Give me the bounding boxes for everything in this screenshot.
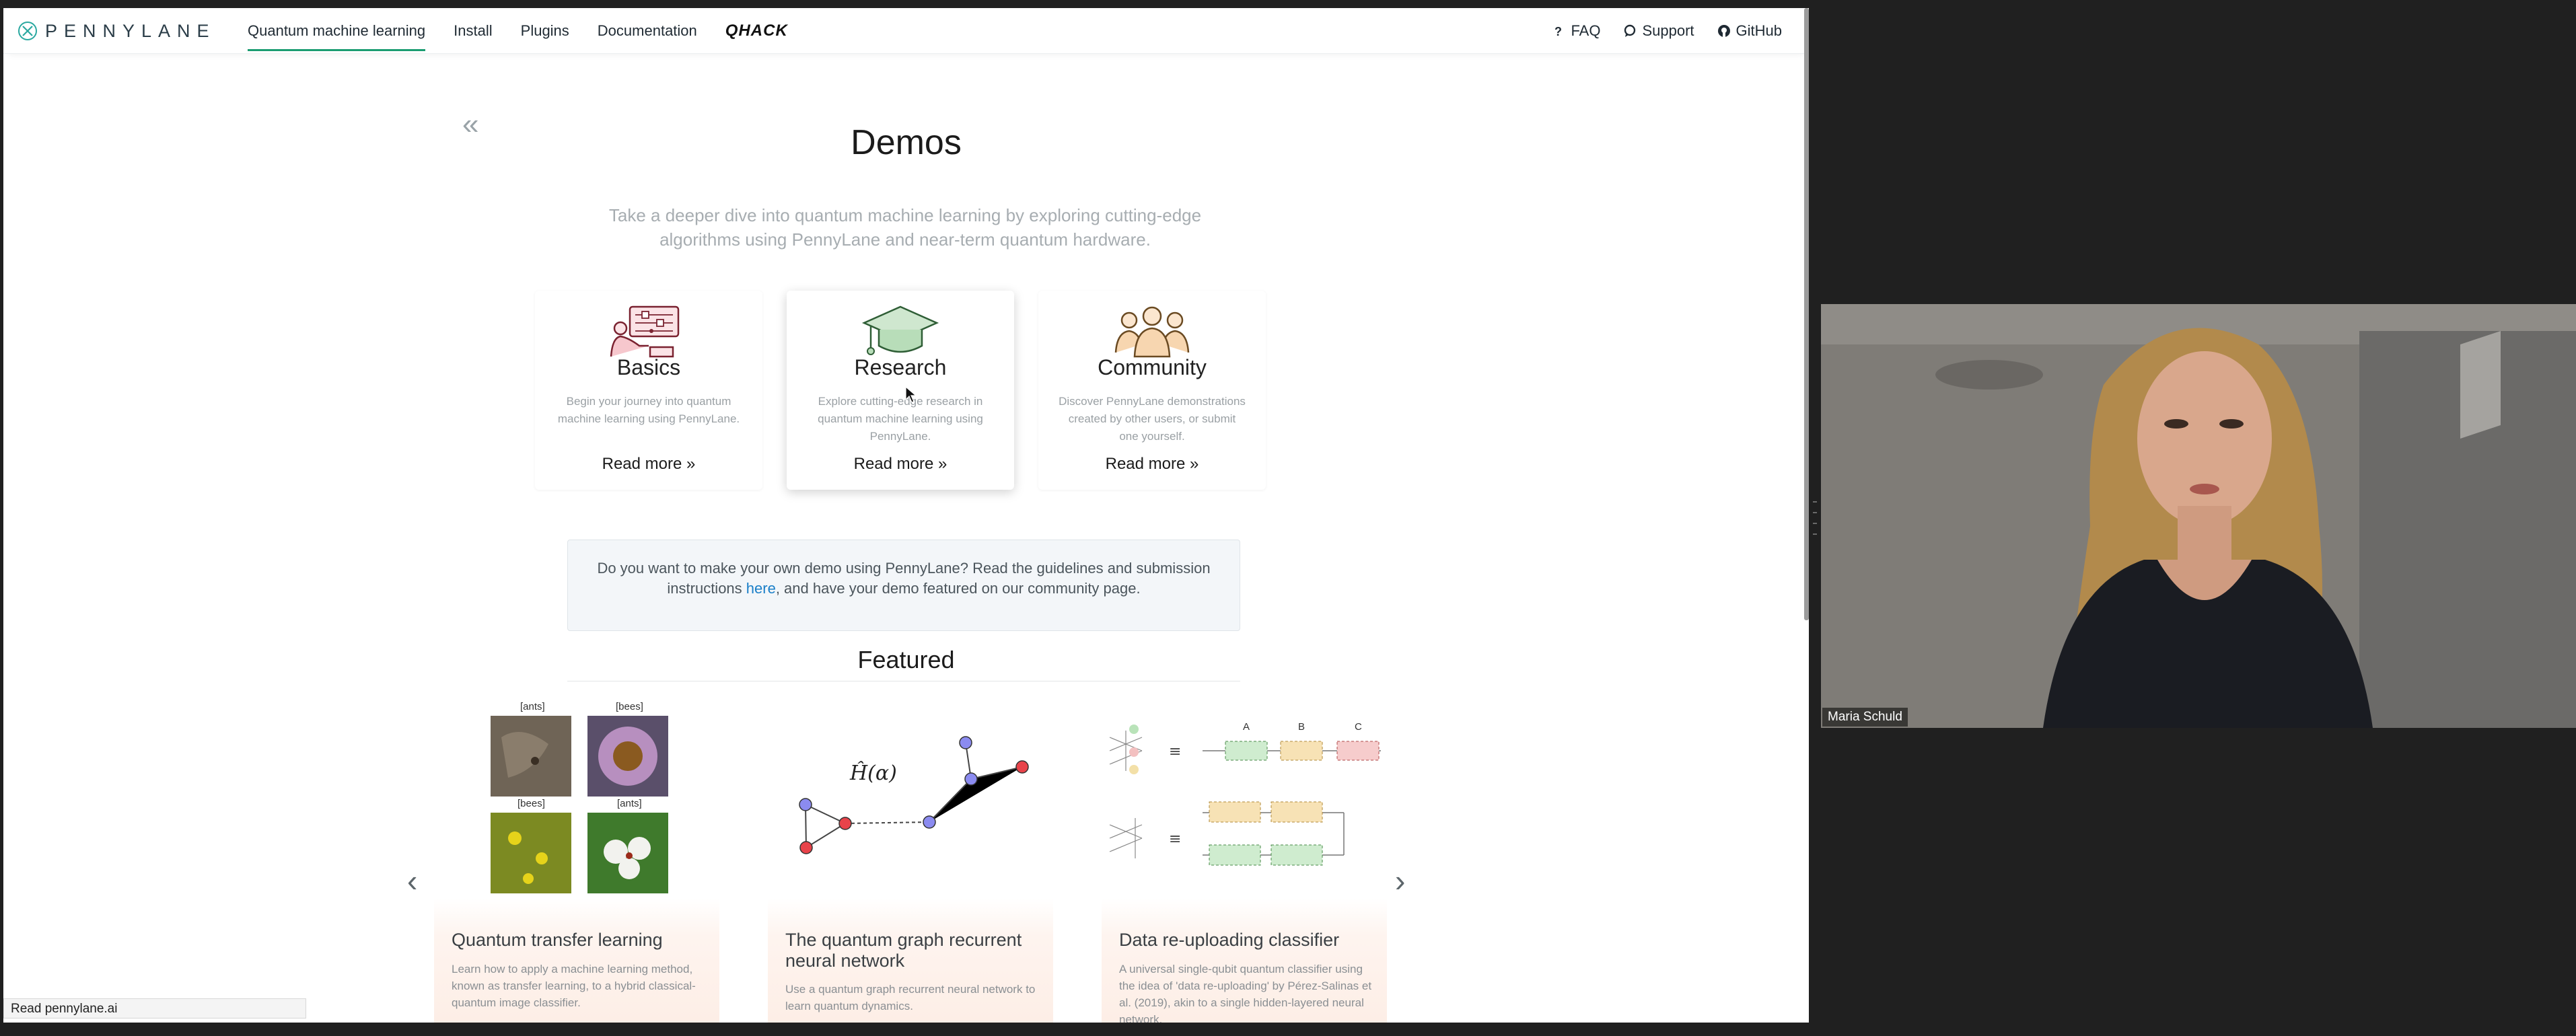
featured-heading: Featured xyxy=(857,646,955,673)
category-card-basics[interactable]: Basics Begin your journey into quantum m… xyxy=(535,291,762,490)
nav-qhack[interactable]: QHACK xyxy=(711,8,802,54)
svg-text:?: ? xyxy=(1554,25,1562,38)
category-card-research[interactable]: Research Explore cutting-edge research i… xyxy=(787,291,1014,490)
nav-faq[interactable]: ? FAQ xyxy=(1552,22,1600,40)
pennylane-logo[interactable]: PENNYLANE xyxy=(17,19,216,43)
demo-card-data-reuploading[interactable]: ≡ ≡ A B C Data re-uploading classifier A… xyxy=(1102,697,1387,1023)
demo-title: Data re-uploading classifier xyxy=(1119,930,1340,950)
hamiltonian-formula: Ĥ(α) xyxy=(850,762,897,785)
nav-support-label: Support xyxy=(1642,22,1694,39)
demo-title: The quantum graph recurrent neural netwo… xyxy=(785,930,1022,971)
column-label: A xyxy=(1243,721,1250,733)
category-title: Research xyxy=(854,355,947,379)
category-title: Community xyxy=(1098,355,1207,379)
split-divider-handle[interactable] xyxy=(1813,501,1817,535)
nav-install[interactable]: Install xyxy=(439,8,506,54)
people-icon xyxy=(1114,306,1190,358)
read-more-link[interactable]: Read more » xyxy=(535,455,762,474)
image-label: [ants] xyxy=(520,701,545,712)
mouse-cursor-icon xyxy=(905,386,917,403)
graph-network-thumbnail xyxy=(799,736,1029,854)
column-label: B xyxy=(1298,721,1305,733)
nav-documentation[interactable]: Documentation xyxy=(583,8,711,54)
screen: PENNYLANE Quantum machine learning Insta… xyxy=(0,0,2576,1036)
nav-github[interactable]: GitHub xyxy=(1717,22,1782,40)
nav-github-label: GitHub xyxy=(1736,22,1782,39)
video-participant-tile: Maria Schuld xyxy=(1821,304,2576,728)
page-subtitle: Take a deeper dive into quantum machine … xyxy=(608,205,1202,250)
read-more-link[interactable]: Read more » xyxy=(1038,455,1266,474)
carousel-next-button[interactable]: › xyxy=(1395,862,1405,899)
guidelines-link[interactable]: here xyxy=(746,580,776,597)
nav-support[interactable]: Support xyxy=(1623,22,1694,40)
category-title: Basics xyxy=(616,355,681,379)
category-description: Begin your journey into quantum machine … xyxy=(557,395,740,425)
browser-status-bar: Read pennylane.ai xyxy=(3,998,306,1019)
column-label: C xyxy=(1355,721,1362,733)
image-label: [bees] xyxy=(616,701,643,712)
chat-bubble-icon xyxy=(1624,24,1636,37)
demo-title: Quantum transfer learning xyxy=(452,930,663,950)
page-scrollbar[interactable] xyxy=(1804,8,1809,620)
image-label: [ants] xyxy=(617,798,642,809)
demo-card-transfer-learning[interactable]: [ants] [bees] [bees] [ants] Quantum tran… xyxy=(434,697,719,1023)
demo-description: Use a quantum graph recurrent neural net… xyxy=(785,983,1036,1012)
ants-bees-thumbnail xyxy=(491,716,668,893)
demo-description: Learn how to apply a machine learning me… xyxy=(452,963,696,1009)
question-icon: ? xyxy=(1554,25,1562,38)
github-icon xyxy=(1717,25,1730,37)
logo-wordmark: PENNYLANE xyxy=(45,20,216,41)
main-nav: Quantum machine learning Install Plugins… xyxy=(234,8,802,54)
nav-right: ? FAQ Support GitHub xyxy=(1552,8,1782,54)
category-description: Discover PennyLane demonstrations create… xyxy=(1059,395,1246,443)
page-title: Demos xyxy=(851,123,962,162)
svg-text:≡: ≡ xyxy=(1169,743,1181,760)
pennylane-logo-icon xyxy=(18,22,37,40)
submission-notice: Do you want to make your own demo using … xyxy=(567,540,1240,631)
graduation-cap-icon xyxy=(861,305,939,355)
notice-text-after: , and have your demo featured on our com… xyxy=(775,580,1141,597)
top-navbar: PENNYLANE Quantum machine learning Insta… xyxy=(3,8,1809,54)
category-card-community[interactable]: Community Discover PennyLane demonstrati… xyxy=(1038,291,1266,490)
category-description: Explore cutting-edge research in quantum… xyxy=(818,395,983,443)
carousel-prev-button[interactable]: ‹ xyxy=(407,862,417,899)
demo-description: A universal single-qubit quantum classif… xyxy=(1119,963,1372,1023)
circuit-person-icon xyxy=(610,305,680,358)
participant-name-label: Maria Schuld xyxy=(1822,708,1908,727)
nav-faq-label: FAQ xyxy=(1571,22,1601,39)
participant-video-frame xyxy=(1821,304,2576,728)
demo-card-graph-rnn[interactable]: Ĥ(α) The quantum graph recurrent neural … xyxy=(768,697,1053,1023)
image-label: [bees] xyxy=(517,798,545,809)
nav-plugins[interactable]: Plugins xyxy=(507,8,583,54)
read-more-link[interactable]: Read more » xyxy=(787,455,1014,474)
nav-quantum-machine-learning[interactable]: Quantum machine learning xyxy=(234,8,439,54)
svg-text:≡: ≡ xyxy=(1169,831,1181,848)
browser-viewport: PENNYLANE Quantum machine learning Insta… xyxy=(3,8,1809,1023)
